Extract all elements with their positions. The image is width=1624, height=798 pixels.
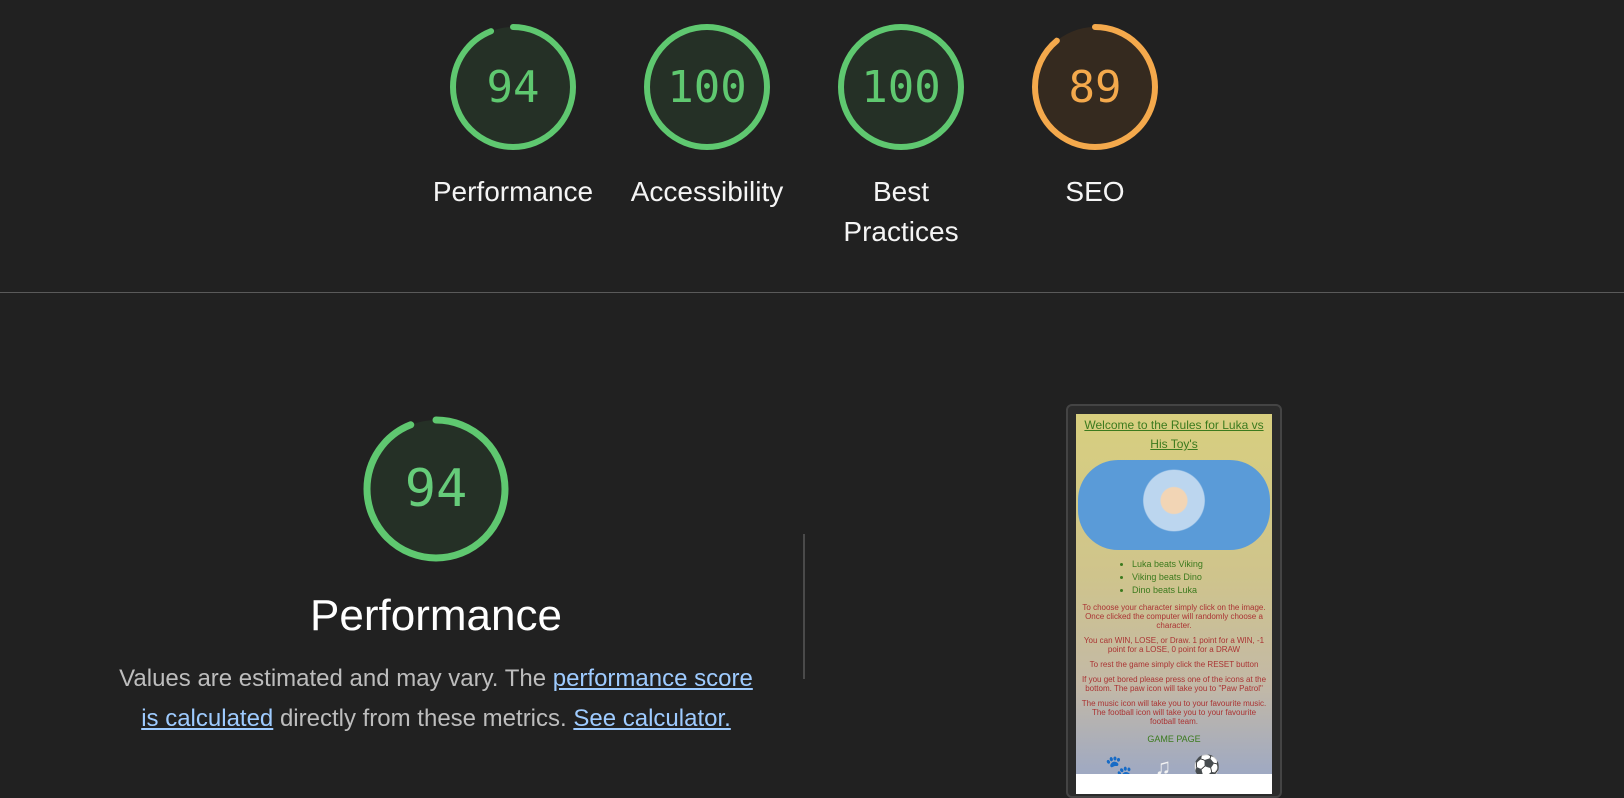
section-divider (0, 292, 1624, 293)
performance-section: 94 Performance Values are estimated and … (114, 414, 758, 739)
vertical-separator (803, 534, 805, 679)
rule-item: Dino beats Luka (1132, 584, 1272, 597)
desc-middle: directly from these metrics. (273, 705, 574, 732)
performance-score: 94 (404, 459, 468, 519)
football-icon: ⚽ (1193, 754, 1243, 774)
screenshot-heading: Welcome to the Rules for Luka vs His Toy… (1084, 418, 1264, 451)
see-calculator-link[interactable]: See calculator. (573, 705, 730, 732)
gauge-label: Performance (432, 176, 594, 207)
screenshot-paragraph: The music icon will take you to your fav… (1081, 699, 1267, 726)
screenshot-paragraph: To choose your character simply click on… (1082, 603, 1266, 630)
gauge-score: 100 (667, 61, 747, 113)
hero-image (1078, 460, 1270, 550)
gauge-label: Accessibility (630, 176, 784, 207)
rule-item: Viking beats Dino (1132, 571, 1272, 584)
gauge-accessibility[interactable]: 100 Accessibility (617, 22, 797, 212)
gauge-performance[interactable]: 94 Performance (423, 22, 603, 212)
screenshot-icons: 🐾♫⚽ (1076, 754, 1272, 774)
page-screenshot: Welcome to the Rules for Luka vs His Toy… (1076, 414, 1272, 774)
screenshot-paragraph: If you get bored please press one of the… (1081, 675, 1267, 693)
music-icon: ♫ (1154, 754, 1194, 774)
gauge-seo[interactable]: 89 SEO (1005, 22, 1185, 212)
rule-item: Luka beats Viking (1132, 558, 1272, 571)
game-page-link: GAME PAGE (1147, 734, 1201, 744)
desc-prefix: Values are estimated and may vary. The (119, 665, 553, 692)
performance-title: Performance (310, 591, 562, 640)
gauge-label: SEO (1065, 176, 1125, 207)
final-screenshot-frame: Welcome to the Rules for Luka vs His Toy… (1066, 404, 1282, 798)
score-gauges: 94 Performance 100 Accessibility 100 Bes… (0, 22, 1624, 262)
paw-icon: 🐾 (1105, 754, 1155, 774)
screenshot-paragraph: You can WIN, LOSE, or Draw. 1 point for … (1083, 636, 1265, 654)
performance-description: Values are estimated and may vary. The p… (114, 659, 758, 739)
screenshot-paragraph: To rest the game simply click the RESET … (1089, 660, 1259, 669)
gauge-score: 89 (1068, 61, 1122, 113)
screenshot-bottom-bar (1076, 774, 1272, 794)
gauge-score: 94 (486, 61, 540, 113)
gauge-label: Best Practices (843, 176, 959, 247)
rules-list: Luka beats Viking Viking beats Dino Dino… (1132, 558, 1272, 597)
gauge-score: 100 (861, 61, 941, 113)
gauge-best-practices[interactable]: 100 Best Practices (811, 22, 991, 252)
